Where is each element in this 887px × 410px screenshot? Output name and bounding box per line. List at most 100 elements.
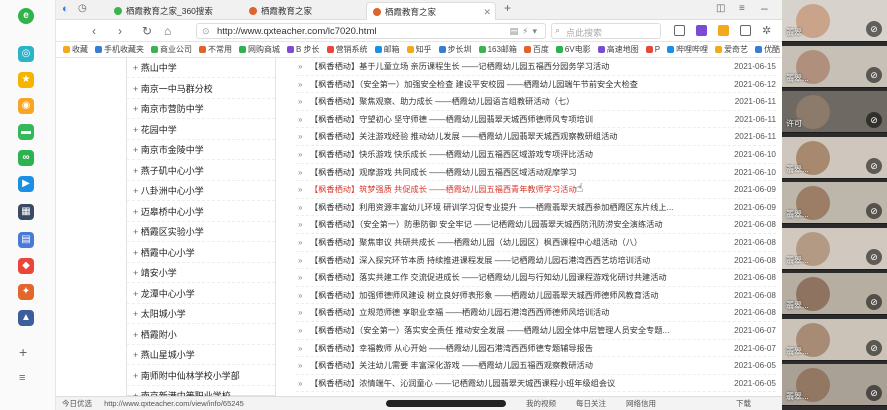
doc-app-icon[interactable]: ▤ xyxy=(18,232,34,248)
article-row[interactable]: » 【枫香栖动】浓情端午、沁润童心 ——记栖霞幼儿园翡翠天城西课程小班年级组会议 2… xyxy=(296,375,776,393)
article-row[interactable]: » 【枫香栖动】观摩游戏 共同成长 ——栖霞幼儿园五福西区域活动观摩学习 2021-… xyxy=(296,164,776,182)
sidebar-school-link[interactable]: 南京新港中等职业学校 xyxy=(127,386,275,396)
bookmark-item[interactable]: 不常用 xyxy=(199,42,232,57)
sidebar-school-link[interactable]: 南京市营防中学 xyxy=(127,99,275,119)
sidebar-school-link[interactable]: 燕山星城小学 xyxy=(127,345,275,365)
article-row[interactable]: » 【枫香栖动】守望初心 坚守师德 ——栖霞幼儿园翡翠天城西师德师风专项培训 202… xyxy=(296,111,776,129)
tab-1[interactable]: 栖霞教育之家_360搜索 xyxy=(108,2,243,20)
forward-icon[interactable]: › xyxy=(118,23,122,39)
bookmark-item[interactable]: P xyxy=(645,42,660,57)
sidebar-school-link[interactable]: 栖霞中心小学 xyxy=(127,243,275,263)
status-item[interactable]: 我的视频 xyxy=(526,397,556,410)
close-tab-icon[interactable]: ✕ xyxy=(483,3,491,20)
article-title-link[interactable]: 【枫香栖动】守望初心 坚守师德 ——栖霞幼儿园翡翠天城西师德师风专项培训 xyxy=(310,111,700,129)
sidebar-school-link[interactable]: 南京市金陵中学 xyxy=(127,140,275,160)
article-title-link[interactable]: 【枫香栖动】（安全第一）防患防御 安全牢记 ——记栖霞幼儿园翡翠天城西防汛防涝安… xyxy=(310,216,700,234)
plugin-icon[interactable] xyxy=(718,25,729,36)
bookmark-item[interactable]: 网购商城 xyxy=(239,42,280,57)
weibo-app-icon[interactable]: ◉ xyxy=(18,98,34,114)
article-title-link[interactable]: 【枫香栖动】基于儿童立场 亲历课程生长 ——记栖霞幼儿园五福西分园务学习活动 xyxy=(310,58,700,76)
menu-icon[interactable]: ≡ xyxy=(19,372,25,384)
status-item[interactable]: 每日关注 xyxy=(576,397,606,410)
screenshot-icon[interactable] xyxy=(674,25,685,36)
article-title-link[interactable]: 【枫香栖动】观摩游戏 共同成长 ——栖霞幼儿园五福西区域活动观摩学习 xyxy=(310,164,700,182)
link-app-icon[interactable]: ∞ xyxy=(18,150,34,166)
participant-tile[interactable]: 许可 ⊘ xyxy=(782,91,887,133)
article-title-link[interactable]: 【枫香栖动】落实共建工作 交流促进成长 ——记栖霞幼儿园与行知幼儿园课程游戏化研… xyxy=(310,269,700,287)
reload-icon[interactable]: ↻ xyxy=(142,23,152,39)
bookmark-item[interactable]: 邮箱 xyxy=(374,42,400,57)
sidebar-school-link[interactable]: 太阳城小学 xyxy=(127,304,275,324)
mic-muted-icon[interactable]: ⊘ xyxy=(866,294,882,310)
bookmark-item[interactable]: 163邮箱 xyxy=(478,42,517,57)
participant-tile[interactable]: 翡翠 ⊘ xyxy=(782,0,887,42)
back-icon[interactable]: ‹ xyxy=(92,23,96,39)
article-row[interactable]: » 【枫香栖动】（安全第一）防患防御 安全牢记 ——记栖霞幼儿园翡翠天城西防汛防涝… xyxy=(296,216,776,234)
mic-muted-icon[interactable]: ⊘ xyxy=(866,248,882,265)
browser-logo-icon[interactable]: e xyxy=(18,8,34,24)
article-title-link[interactable]: 【枫香栖动】快乐游戏 快乐成长 ——栖霞幼儿园五福西区域游戏专项评比活动 xyxy=(310,146,700,164)
article-title-link[interactable]: 【枫香栖动】筑梦强质 共促成长 ——栖霞幼儿园五福西青年教师学习活动 xyxy=(310,181,700,199)
favorites-app-icon[interactable]: ★ xyxy=(18,72,34,88)
article-title-link[interactable]: 【枫香栖动】浓情端午、沁润童心 ——记栖霞幼儿园翡翠天城西课程小班年级组会议 xyxy=(310,375,700,393)
participant-tile[interactable]: 翡翠... ⊘ xyxy=(782,45,887,88)
gallery-app-icon[interactable]: ▲ xyxy=(18,310,34,326)
scroll-indicator[interactable] xyxy=(386,400,506,407)
participant-tile[interactable]: 翡翠... ⊘ xyxy=(782,182,887,224)
article-row[interactable]: » 【枫香栖动】落实共建工作 交流促进成长 ——记栖霞幼儿园与行知幼儿园课程游戏化… xyxy=(296,269,776,287)
settings-icon[interactable]: ✲ xyxy=(762,23,771,39)
mic-muted-icon[interactable]: ⊘ xyxy=(866,66,882,83)
status-recommend[interactable]: 今日优选 xyxy=(62,399,92,408)
article-row[interactable]: » 【枫香栖动】深入探究环节本质 持续推进课程发展 ——记栖霞幼儿园石港湾西西艺坊… xyxy=(296,252,776,270)
article-row[interactable]: » 【枫香栖动】幸福教师 从心开始 ——栖霞幼儿园石港湾西西师德专题辅导报告 202… xyxy=(296,340,776,358)
search-box[interactable]: ⌕ 点此搜索 xyxy=(551,23,661,39)
tab-3[interactable]: 栖霞教育之家 ✕ xyxy=(366,2,496,20)
history-icon[interactable]: ◷ xyxy=(78,1,87,17)
bookmark-item[interactable]: 步长圳 xyxy=(438,42,472,57)
article-title-link[interactable]: 【枫香栖动】深入探究环节本质 持续推进课程发展 ——记栖霞幼儿园石港湾西西艺坊培… xyxy=(310,252,700,270)
bookmark-item[interactable]: 爱奇艺 xyxy=(715,42,748,57)
article-title-link[interactable]: 【枫香栖动】（安全第一）加强安全检查 建设平安校园 ——栖霞幼儿园端午节前安全大… xyxy=(310,76,700,94)
game-app-icon[interactable]: ✦ xyxy=(18,284,34,300)
bookmark-item[interactable]: 收藏 xyxy=(63,42,88,57)
new-tab-icon[interactable]: + xyxy=(504,0,511,16)
article-row[interactable]: » 【枫香栖动】（安全第一）落实安全责任 推动安全发展 ——栖霞幼儿园全体中层管理… xyxy=(296,322,776,340)
home-icon[interactable]: ⌂ xyxy=(164,23,171,39)
bookmark-item[interactable]: 优酷 xyxy=(755,42,780,57)
article-row[interactable]: » 【枫香栖动】基于儿童立场 亲历课程生长 ——记栖霞幼儿园五福西分园务学习活动 2… xyxy=(296,58,776,76)
minimize-icon[interactable]: – xyxy=(761,0,768,16)
participant-tile[interactable]: 翡翠... ⊘ xyxy=(782,273,887,315)
article-title-link[interactable]: 【枫香栖动】加强师德师风建设 树立良好师表形象 ——栖霞幼儿园翡翠天城西师德师风… xyxy=(310,287,700,305)
sidebar-school-link[interactable]: 南师附中仙林学校小学部 xyxy=(127,366,275,386)
article-title-link[interactable]: 【枫香栖动】利用资源丰富幼儿环境 研训学习促专业提升 ——栖霞翡翠天城西参加栖霞… xyxy=(310,199,700,217)
status-item[interactable]: 网络信用 xyxy=(626,397,656,410)
article-title-link[interactable]: 【枫香栖动】聚焦审议 共研共成长 ——栖霞幼儿园（幼儿园区）枫西课程中心组活动（… xyxy=(310,234,700,252)
sidebar-school-link[interactable]: 栖霞区实验小学 xyxy=(127,222,275,242)
mail-app-icon[interactable]: ▬ xyxy=(18,124,34,140)
sidebar-school-link[interactable]: 南京一中马群分校 xyxy=(127,79,275,99)
bookmark-item[interactable]: 知乎 xyxy=(406,42,432,57)
bookmark-item[interactable]: 百度 xyxy=(523,42,549,57)
mic-muted-icon[interactable]: ⊘ xyxy=(866,21,882,37)
article-row[interactable]: » 【枫香栖动】关注幼儿需要 丰富深化游戏 ——栖霞幼儿园五福西观察教研活动 202… xyxy=(296,357,776,375)
article-row[interactable]: » 【枫香栖动】立规范师德 享职业幸福 ——栖霞幼儿园石港湾西西师德师风培训活动 2… xyxy=(296,304,776,322)
mic-muted-icon[interactable]: ⊘ xyxy=(866,339,882,356)
sidebar-school-link[interactable]: 燕子矶中心小学 xyxy=(127,161,275,181)
article-title-link[interactable]: 【枫香栖动】聚焦观察、助力成长 ——栖霞幼儿园语言组教研活动（七） xyxy=(310,93,700,111)
article-row[interactable]: » 【枫香栖动】聚焦审议 共研共成长 ——栖霞幼儿园（幼儿园区）枫西课程中心组活动… xyxy=(296,234,776,252)
sidebar-school-link[interactable]: 栖霞附小 xyxy=(127,325,275,345)
mic-muted-icon[interactable]: ⊘ xyxy=(866,157,882,174)
article-row[interactable]: » 【枫香栖动】加强师德师风建设 树立良好师表形象 ——栖霞幼儿园翡翠天城西师德师… xyxy=(296,287,776,305)
bag-icon[interactable]: ◫ xyxy=(716,1,725,17)
mic-muted-icon[interactable]: ⊘ xyxy=(866,112,882,128)
sidebar-school-link[interactable]: 靖安小学 xyxy=(127,263,275,283)
mic-muted-icon[interactable]: ⊘ xyxy=(866,385,882,401)
article-row[interactable]: » 【枫香栖动】关注游戏经验 推动幼儿发展 ——栖霞幼儿园翡翠天城西观察教研组活动… xyxy=(296,128,776,146)
sidebar-school-link[interactable]: 花园中学 xyxy=(127,120,275,140)
extension-icon[interactable] xyxy=(696,25,707,36)
bookmark-item[interactable]: 哔哩哔哩 xyxy=(667,42,708,57)
tab-2[interactable]: 栖霞教育之家 xyxy=(243,2,365,20)
add-app-icon[interactable]: + xyxy=(19,344,27,360)
article-title-link[interactable]: 【枫香栖动】（安全第一）落实安全责任 推动安全发展 ——栖霞幼儿园全体中层管理人… xyxy=(310,322,700,340)
participant-tile[interactable]: 翡翠... ⊘ xyxy=(782,227,887,270)
